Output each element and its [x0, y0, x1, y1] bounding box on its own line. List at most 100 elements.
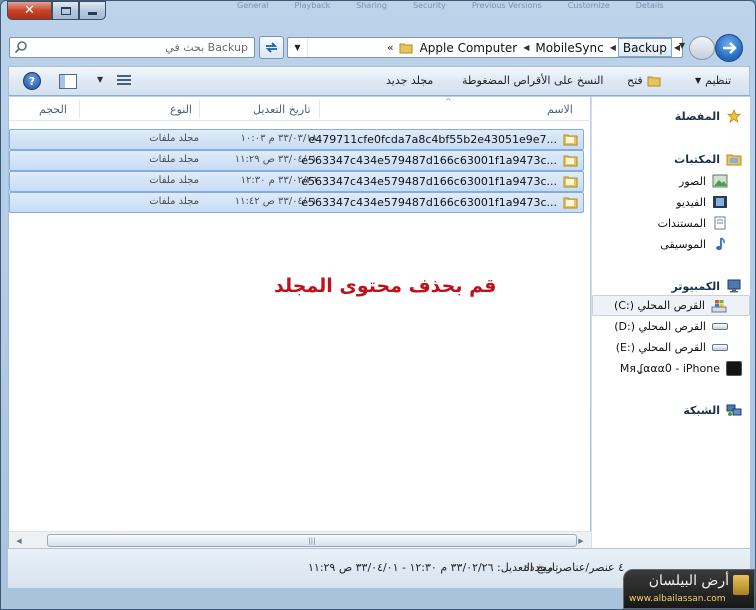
breadcrumb-apple-computer[interactable]: Apple Computer [416, 38, 522, 57]
breadcrumb-overflow[interactable]: « [385, 41, 396, 54]
windows-drive-icon [711, 299, 727, 312]
table-row[interactable]: مجلد ملفات ٣٣/٠٢/٢٦ م ١٢:٣٠ e563347c434e… [9, 171, 584, 192]
maximize-button[interactable] [52, 1, 79, 20]
column-header-name[interactable]: الاسم [547, 103, 573, 116]
scroll-left-icon[interactable]: ◀ [11, 534, 27, 547]
preview-pane-button[interactable] [59, 74, 77, 89]
minimize-button[interactable] [79, 1, 106, 20]
table-row[interactable]: مجلد ملفات ٣٣/٠٤/٠١ ص ١١:٤٢ e563347c434e… [9, 192, 584, 213]
column-divider[interactable] [79, 100, 80, 118]
column-divider[interactable] [319, 100, 320, 118]
iphone-icon [726, 361, 742, 376]
scroll-right-icon[interactable]: ▶ [573, 534, 589, 547]
help-button[interactable]: ? [23, 72, 41, 90]
breadcrumb-backup[interactable]: Backup [617, 38, 672, 57]
file-list-pane: ^ الحجم النوع تاريخ التعديل الاسم مجلد م… [8, 97, 591, 548]
folder-icon [563, 176, 578, 188]
watermark-title: أرض البيلسان [648, 573, 729, 589]
nav-iphone[interactable]: Mя.ʆααα߀ - iPhone [620, 361, 742, 376]
file-type: مجلد ملفات [149, 133, 199, 144]
views-dropdown[interactable]: ▼ [97, 75, 103, 84]
address-bar[interactable]: ▼ « Apple Computer ◀ MobileSync ◀ Backup… [287, 37, 683, 58]
navigation-pane: المفضلة المكتبات الصور الفيديو المستندات… [591, 97, 750, 548]
back-button[interactable] [715, 34, 743, 62]
address-history-dropdown[interactable]: ▼ [288, 38, 308, 57]
breadcrumb-arrow-icon[interactable]: ◀ [608, 43, 618, 52]
instruction-overlay-text: قم بحذف محتوى المجلد [274, 275, 497, 297]
nav-libraries[interactable]: المكتبات [674, 152, 742, 166]
nav-drive-c-label: القرص المحلي (:C) [614, 299, 705, 312]
horizontal-scrollbar[interactable]: ◀ ||| ▶ [9, 531, 591, 548]
file-name: e479711cfe0fcda7a8c4bf55b2e43051e9e7... [308, 133, 558, 146]
bg-tab: Customize [567, 1, 610, 10]
refresh-button[interactable] [259, 36, 284, 59]
file-type: مجلد ملفات [149, 196, 199, 207]
file-name: e563347c434e579487d166c63001f1a9473c... [301, 154, 557, 167]
nav-favorites[interactable]: المفضلة [675, 109, 742, 123]
explorer-window: ✕ General Playback Sharing Security Prev… [0, 0, 756, 610]
bg-tab: Details [635, 1, 664, 10]
status-date-range: تاريخ التعديل: ٣٣/٠٢/٢٦ م ١٢:٣٠ - ٣٣/٠٤/… [308, 561, 559, 574]
nav-drive-e-label: القرص المحلي (:E) [615, 341, 706, 354]
nav-computer[interactable]: الكمبيوتر [671, 279, 742, 293]
bg-tab: Previous Versions [471, 1, 542, 10]
change-view-button[interactable] [117, 75, 131, 87]
forward-button[interactable] [689, 36, 715, 60]
documents-icon [714, 216, 726, 230]
recent-pages-dropdown[interactable]: ▼ [679, 41, 685, 50]
burn-button[interactable]: النسخ على الأقراص المضغوطة [462, 74, 603, 87]
pictures-icon [712, 174, 728, 188]
nav-drive-e[interactable]: القرص المحلي (:E) [616, 341, 728, 354]
file-date: ٣٣/٠٣/١٨ م ١٠:٠٣ [240, 133, 317, 144]
sort-ascending-icon: ^ [445, 97, 452, 106]
nav-network[interactable]: الشبكة [683, 403, 742, 417]
network-icon [726, 404, 742, 416]
open-button[interactable]: فتح [627, 74, 661, 87]
search-placeholder: بحث في Backup [165, 41, 248, 54]
column-header-size[interactable]: الحجم [39, 103, 67, 116]
file-name: e563347c434e579487d166c63001f1a9473c... [301, 175, 557, 188]
nav-documents[interactable]: المستندات [658, 216, 728, 230]
bg-tab: Sharing [356, 1, 387, 10]
star-icon [726, 109, 742, 123]
nav-drive-d-label: القرص المحلي (:D) [614, 320, 706, 333]
bg-tab: Security [412, 1, 446, 10]
scrollbar-thumb[interactable]: ||| [47, 534, 577, 547]
new-folder-button[interactable]: مجلد جديد [386, 74, 433, 87]
folder-icon [399, 43, 413, 53]
nav-network-label: الشبكة [683, 403, 720, 417]
nav-pictures[interactable]: الصور [679, 174, 728, 188]
maximize-icon [60, 6, 71, 15]
column-header-date[interactable]: تاريخ التعديل [253, 103, 311, 116]
breadcrumb: « Apple Computer ◀ MobileSync ◀ Backup ◀ [385, 38, 682, 57]
command-bar: ? ▼ مجلد جديد النسخ على الأقراص المضغوطة… [8, 66, 750, 96]
folder-icon [563, 197, 578, 209]
nav-music[interactable]: الموسيقى [660, 237, 728, 251]
column-headers: ^ الحجم النوع تاريخ التعديل الاسم [9, 97, 591, 121]
organize-label: تنظيم [705, 74, 732, 87]
table-row[interactable]: مجلد ملفات ٣٣/٠٤/٠١ ص ١١:٢٩ e563347c434e… [9, 150, 584, 171]
nav-drive-d[interactable]: القرص المحلي (:D) [614, 320, 728, 333]
close-button[interactable]: ✕ [7, 1, 52, 20]
organize-button[interactable]: ▼ تنظيم [695, 74, 731, 87]
nav-drive-c[interactable]: القرص المحلي (:C) [592, 295, 750, 316]
address-row: بحث في Backup ▼ « Apple Computer ◀ Mobil… [9, 34, 749, 62]
nav-computer-label: الكمبيوتر [671, 279, 720, 293]
minimize-icon [88, 12, 97, 15]
watermark-logo-icon [733, 575, 749, 595]
table-row[interactable]: مجلد ملفات ٣٣/٠٣/١٨ م ١٠:٠٣ e479711cfe0f… [9, 129, 584, 150]
nav-libraries-label: المكتبات [674, 152, 720, 166]
column-header-type[interactable]: النوع [170, 103, 192, 116]
libraries-icon [726, 154, 742, 166]
nav-music-label: الموسيقى [660, 237, 706, 251]
caption-buttons: ✕ [7, 1, 106, 20]
computer-icon [727, 279, 741, 293]
nav-videos[interactable]: الفيديو [676, 195, 728, 209]
column-divider[interactable] [199, 100, 200, 118]
hard-drive-icon [712, 344, 728, 351]
search-input[interactable]: بحث في Backup [9, 37, 255, 58]
breadcrumb-arrow-icon[interactable]: ◀ [521, 43, 531, 52]
breadcrumb-mobilesync[interactable]: MobileSync [531, 38, 607, 57]
file-name: e563347c434e579487d166c63001f1a9473c... [301, 196, 557, 209]
music-icon [716, 237, 725, 250]
